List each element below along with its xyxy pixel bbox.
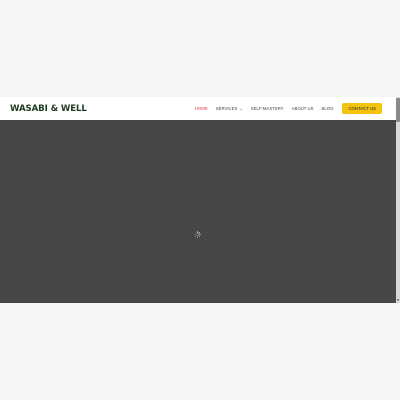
nav-item-label: BLOG <box>321 106 334 111</box>
scroll-down-arrow-icon[interactable]: ▼ <box>396 298 400 302</box>
scrollbar-thumb[interactable] <box>396 98 400 122</box>
nav-item-label: ABOUT US <box>291 106 314 111</box>
contact-us-button[interactable]: CONTACT US <box>342 103 382 114</box>
nav-item-self-mastery[interactable]: SELF-MASTERY <box>251 106 284 111</box>
hero-section <box>0 120 396 303</box>
nav-item-label: SELF-MASTERY <box>250 106 284 111</box>
site-logo[interactable]: WASABI & WELL <box>10 104 87 114</box>
nav-item-label: SERVICES <box>215 106 238 111</box>
site-header: WASABI & WELL HOME SERVICES ⌄ SELF-MASTE… <box>0 97 396 120</box>
chevron-down-icon: ⌄ <box>239 106 243 111</box>
spinner-icon <box>194 231 201 238</box>
nav-item-about-us[interactable]: ABOUT US <box>292 106 314 111</box>
nav-item-home[interactable]: HOME <box>195 106 208 111</box>
nav-item-blog[interactable]: BLOG <box>322 106 334 111</box>
scrollbar[interactable]: ▼ <box>396 97 400 303</box>
nav-item-label: HOME <box>194 106 208 111</box>
main-nav: HOME SERVICES ⌄ SELF-MASTERY ABOUT US BL… <box>195 103 382 114</box>
browser-viewport: WASABI & WELL HOME SERVICES ⌄ SELF-MASTE… <box>0 97 400 303</box>
nav-item-services[interactable]: SERVICES ⌄ <box>216 106 243 111</box>
